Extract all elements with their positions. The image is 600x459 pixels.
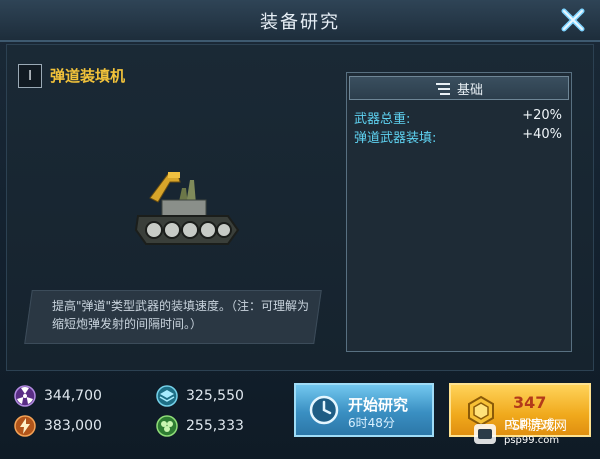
grade-badge: I (18, 64, 42, 88)
stat-row-reload: 弹道武器装填: +40% (354, 127, 562, 146)
watermark: PSP游戏网 psp99.com (472, 414, 592, 454)
organic-icon (156, 415, 178, 437)
layers-icon (156, 385, 178, 407)
resource-value: 344,700 (44, 388, 102, 404)
finish-cost: 347 (513, 393, 547, 412)
resource-organic: 255,333 (156, 415, 244, 437)
resource-value: 255,333 (186, 418, 244, 434)
stat-value: +40% (522, 127, 562, 142)
timer-icon (309, 395, 339, 425)
item-illustration (128, 160, 248, 260)
list-icon (435, 82, 450, 95)
resource-layers: 325,550 (156, 385, 244, 407)
window-title: 装备研究 (260, 12, 340, 33)
stat-value: +20% (522, 108, 562, 123)
item-name: 弹道装填机 (50, 67, 126, 85)
stat-label: 弹道武器装填: (354, 131, 437, 146)
watermark-brand: PSP游戏网 (504, 419, 567, 434)
resource-energy: 383,000 (14, 415, 102, 437)
close-icon (561, 8, 585, 32)
start-research-label: 开始研究 (348, 396, 409, 414)
energy-icon (14, 415, 36, 437)
research-time: 6时48分 (348, 416, 395, 430)
resource-radiation: 344,700 (14, 385, 102, 407)
stat-row-weight: 武器总重: +20% (354, 108, 562, 127)
item-description: 提高"弹道"类型武器的装填速度。（注：可理解为缩短炮弹发射的间隔时间。） (52, 299, 310, 331)
start-research-button[interactable]: 开始研究 6时48分 (294, 383, 434, 437)
psp-logo-icon (474, 424, 496, 444)
title-bar: 装备研究 (0, 0, 600, 42)
resource-value: 383,000 (44, 418, 102, 434)
resource-value: 325,550 (186, 388, 244, 404)
loader-vehicle-icon (134, 172, 240, 245)
stats-header-label: 基础 (456, 83, 483, 98)
watermark-url: psp99.com (504, 435, 560, 446)
stats-header: 基础 (349, 76, 569, 100)
radiation-icon (14, 385, 36, 407)
close-button[interactable] (556, 4, 590, 36)
stat-label: 武器总重: (354, 112, 411, 127)
